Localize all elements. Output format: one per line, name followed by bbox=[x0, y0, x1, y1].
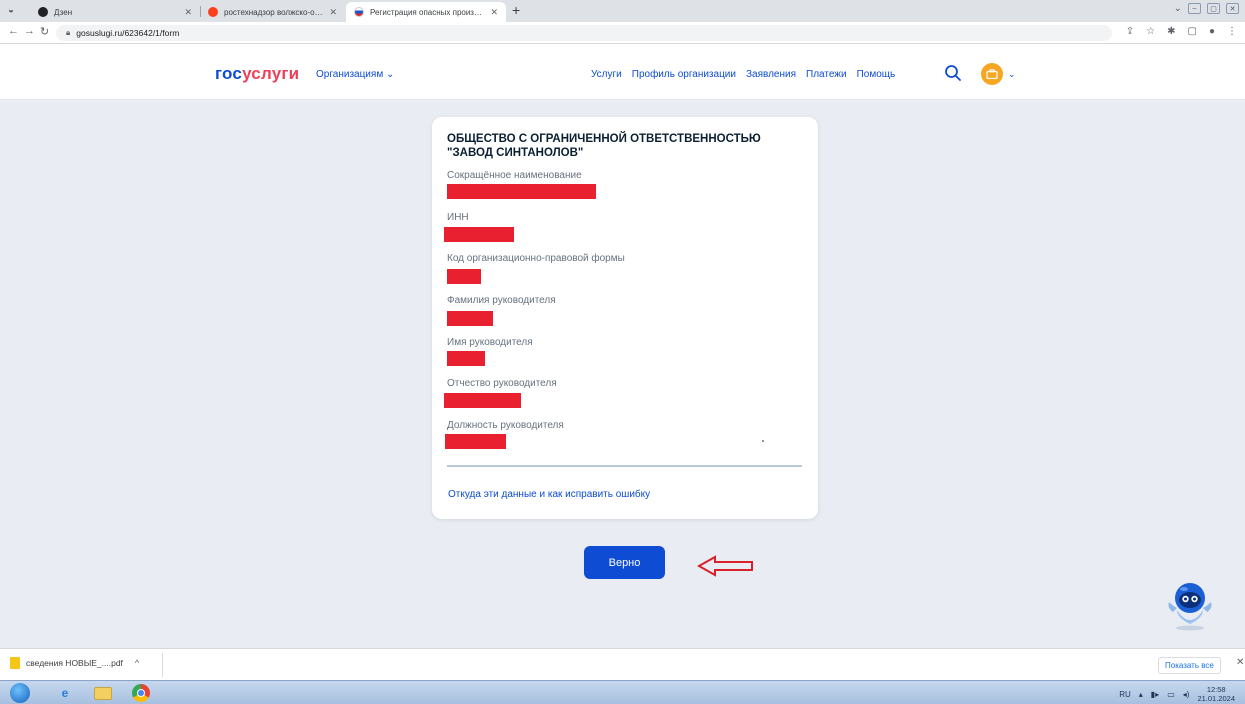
logo-part-gos: гос bbox=[215, 64, 243, 83]
reload-icon[interactable]: ↻ bbox=[40, 25, 49, 38]
chevron-down-icon: ⌄ bbox=[1008, 68, 1016, 79]
redacted-value bbox=[444, 393, 521, 408]
gosuslugi-logo[interactable]: госуслуги bbox=[215, 64, 299, 84]
field-label-short-name: Сокращённое наименование bbox=[447, 170, 582, 181]
left-arrow-annotation-icon bbox=[697, 555, 753, 577]
browser-tab-strip: ◒ Дзен ✕ ростехнадзор волжско-окское у ✕… bbox=[0, 0, 1245, 22]
file-explorer-icon[interactable] bbox=[90, 683, 116, 703]
field-label-head-patronymic: Отчество руководителя bbox=[447, 378, 557, 389]
back-icon[interactable]: ← bbox=[8, 25, 19, 37]
logo-part-uslugi: услуги bbox=[242, 64, 300, 83]
organization-card: ОБЩЕСТВО С ОГРАНИЧЕННОЙ ОТВЕТСТВЕННОСТЬЮ… bbox=[432, 117, 818, 519]
system-tray: RU ▴ ▮▸ ▭ ◂) 12:58 21.01.2024 bbox=[1119, 685, 1235, 703]
account-menu[interactable]: ⌄ bbox=[981, 63, 1016, 85]
nav-services[interactable]: Услуги bbox=[591, 69, 622, 80]
minimize-button[interactable]: – bbox=[1188, 3, 1201, 14]
nav-help[interactable]: Помощь bbox=[857, 69, 896, 80]
field-label-head-surname: Фамилия руководителя bbox=[447, 295, 556, 306]
sidebar-icon[interactable]: ▢ bbox=[1188, 26, 1197, 37]
close-icon[interactable]: ✕ bbox=[184, 7, 192, 18]
chrome-icon[interactable] bbox=[128, 683, 154, 703]
new-tab-button[interactable]: + bbox=[512, 2, 520, 18]
tab-yandex[interactable]: ростехнадзор волжско-окское у ✕ bbox=[200, 2, 345, 22]
tab-search-icon[interactable]: ◒ bbox=[8, 5, 14, 16]
redacted-value bbox=[447, 351, 485, 366]
divider bbox=[447, 465, 802, 467]
download-bar: сведения НОВЫЕ_....pdf ^ Показать все ✕ bbox=[0, 648, 1245, 680]
windows-taskbar: e RU ▴ ▮▸ ▭ ◂) 12:58 21.01.2024 bbox=[0, 680, 1245, 704]
clock-date: 21.01.2024 bbox=[1197, 694, 1235, 703]
tab-gosuslugi[interactable]: Регистрация опасных производ ✕ bbox=[346, 2, 506, 22]
clock-time: 12:58 bbox=[1206, 685, 1226, 694]
profile-icon[interactable]: ● bbox=[1209, 26, 1215, 37]
share-icon[interactable]: ⇪ bbox=[1126, 26, 1134, 37]
nav-payments[interactable]: Платежи bbox=[806, 69, 847, 80]
window-controls: ⌄ – ▢ ✕ bbox=[1174, 3, 1239, 14]
chevron-up-icon[interactable]: ^ bbox=[135, 658, 139, 668]
forward-icon[interactable]: → bbox=[24, 25, 35, 37]
lock-icon: 🔒︎ bbox=[66, 28, 71, 37]
redacted-value bbox=[447, 184, 596, 199]
close-window-button[interactable]: ✕ bbox=[1226, 3, 1239, 14]
stray-dot bbox=[762, 440, 764, 442]
toolbar-icons: ⇪ ☆ ✱ ▢ ● ⋮ bbox=[1126, 26, 1237, 37]
briefcase-icon bbox=[981, 63, 1003, 85]
pdf-file-icon bbox=[10, 657, 20, 669]
maximize-button[interactable]: ▢ bbox=[1207, 3, 1220, 14]
main-nav: Услуги Профиль организации Заявления Пла… bbox=[591, 69, 895, 80]
url-field[interactable]: 🔒︎ gosuslugi.ru/623642/1/form bbox=[56, 25, 1112, 41]
organizations-menu-label: Организациям bbox=[316, 69, 384, 80]
tab-label: Регистрация опасных производ bbox=[370, 7, 485, 17]
organization-name: ОБЩЕСТВО С ОГРАНИЧЕННОЙ ОТВЕТСТВЕННОСТЬЮ… bbox=[447, 133, 761, 159]
redacted-value bbox=[445, 434, 506, 449]
site-header: госуслуги Организациям ⌄ Услуги Профиль … bbox=[0, 44, 1245, 100]
tab-label: ростехнадзор волжско-окское у bbox=[224, 7, 323, 17]
tab-dzen[interactable]: Дзен ✕ bbox=[30, 2, 200, 22]
close-icon[interactable]: ✕ bbox=[490, 7, 498, 18]
network-icon[interactable]: ▮▸ bbox=[1151, 690, 1159, 699]
yandex-icon bbox=[208, 7, 218, 17]
star-icon[interactable]: ☆ bbox=[1146, 26, 1155, 37]
show-all-button[interactable]: Показать все bbox=[1158, 657, 1221, 674]
organizations-menu[interactable]: Организациям ⌄ bbox=[316, 69, 394, 80]
speaker-icon[interactable]: ◂) bbox=[1183, 690, 1190, 699]
field-label-inn: ИНН bbox=[447, 212, 469, 223]
clock[interactable]: 12:58 21.01.2024 bbox=[1197, 685, 1235, 703]
menu-icon[interactable]: ⋮ bbox=[1227, 26, 1237, 37]
russian-flag-icon bbox=[354, 7, 364, 17]
extensions-icon[interactable]: ✱ bbox=[1167, 26, 1175, 37]
download-item[interactable]: сведения НОВЫЕ_....pdf ^ bbox=[10, 657, 139, 669]
close-icon[interactable]: ✕ bbox=[329, 7, 337, 18]
dzen-icon bbox=[38, 7, 48, 17]
nav-applications[interactable]: Заявления bbox=[746, 69, 796, 80]
internet-explorer-icon[interactable]: e bbox=[52, 683, 78, 703]
nav-org-profile[interactable]: Профиль организации bbox=[632, 69, 736, 80]
monitor-icon[interactable]: ▭ bbox=[1167, 690, 1175, 699]
field-label-head-name: Имя руководителя bbox=[447, 337, 533, 348]
search-icon[interactable] bbox=[944, 64, 962, 82]
field-label-head-position: Должность руководителя bbox=[447, 420, 564, 431]
download-file-name: сведения НОВЫЕ_....pdf bbox=[26, 658, 123, 668]
data-source-help-link[interactable]: Откуда эти данные и как исправить ошибку bbox=[448, 489, 650, 500]
chevron-down-icon[interactable]: ⌄ bbox=[1174, 3, 1182, 14]
chevron-down-icon: ⌄ bbox=[385, 69, 395, 80]
tray-arrow-icon[interactable]: ▴ bbox=[1139, 690, 1143, 699]
divider bbox=[162, 653, 163, 677]
field-label-okopf: Код организационно-правовой формы bbox=[447, 253, 625, 264]
redacted-value bbox=[447, 311, 493, 326]
redacted-value bbox=[447, 269, 481, 284]
confirm-button[interactable]: Верно bbox=[584, 546, 665, 579]
start-button[interactable] bbox=[10, 683, 30, 703]
redacted-value bbox=[444, 227, 514, 242]
url-text: gosuslugi.ru/623642/1/form bbox=[76, 28, 180, 38]
language-indicator[interactable]: RU bbox=[1119, 690, 1131, 699]
close-icon[interactable]: ✕ bbox=[1236, 657, 1244, 668]
address-bar: ← → ↻ 🔒︎ gosuslugi.ru/623642/1/form ⇪ ☆ … bbox=[0, 22, 1245, 44]
robot-assistant-icon[interactable] bbox=[1163, 578, 1217, 632]
tab-label: Дзен bbox=[54, 7, 73, 17]
